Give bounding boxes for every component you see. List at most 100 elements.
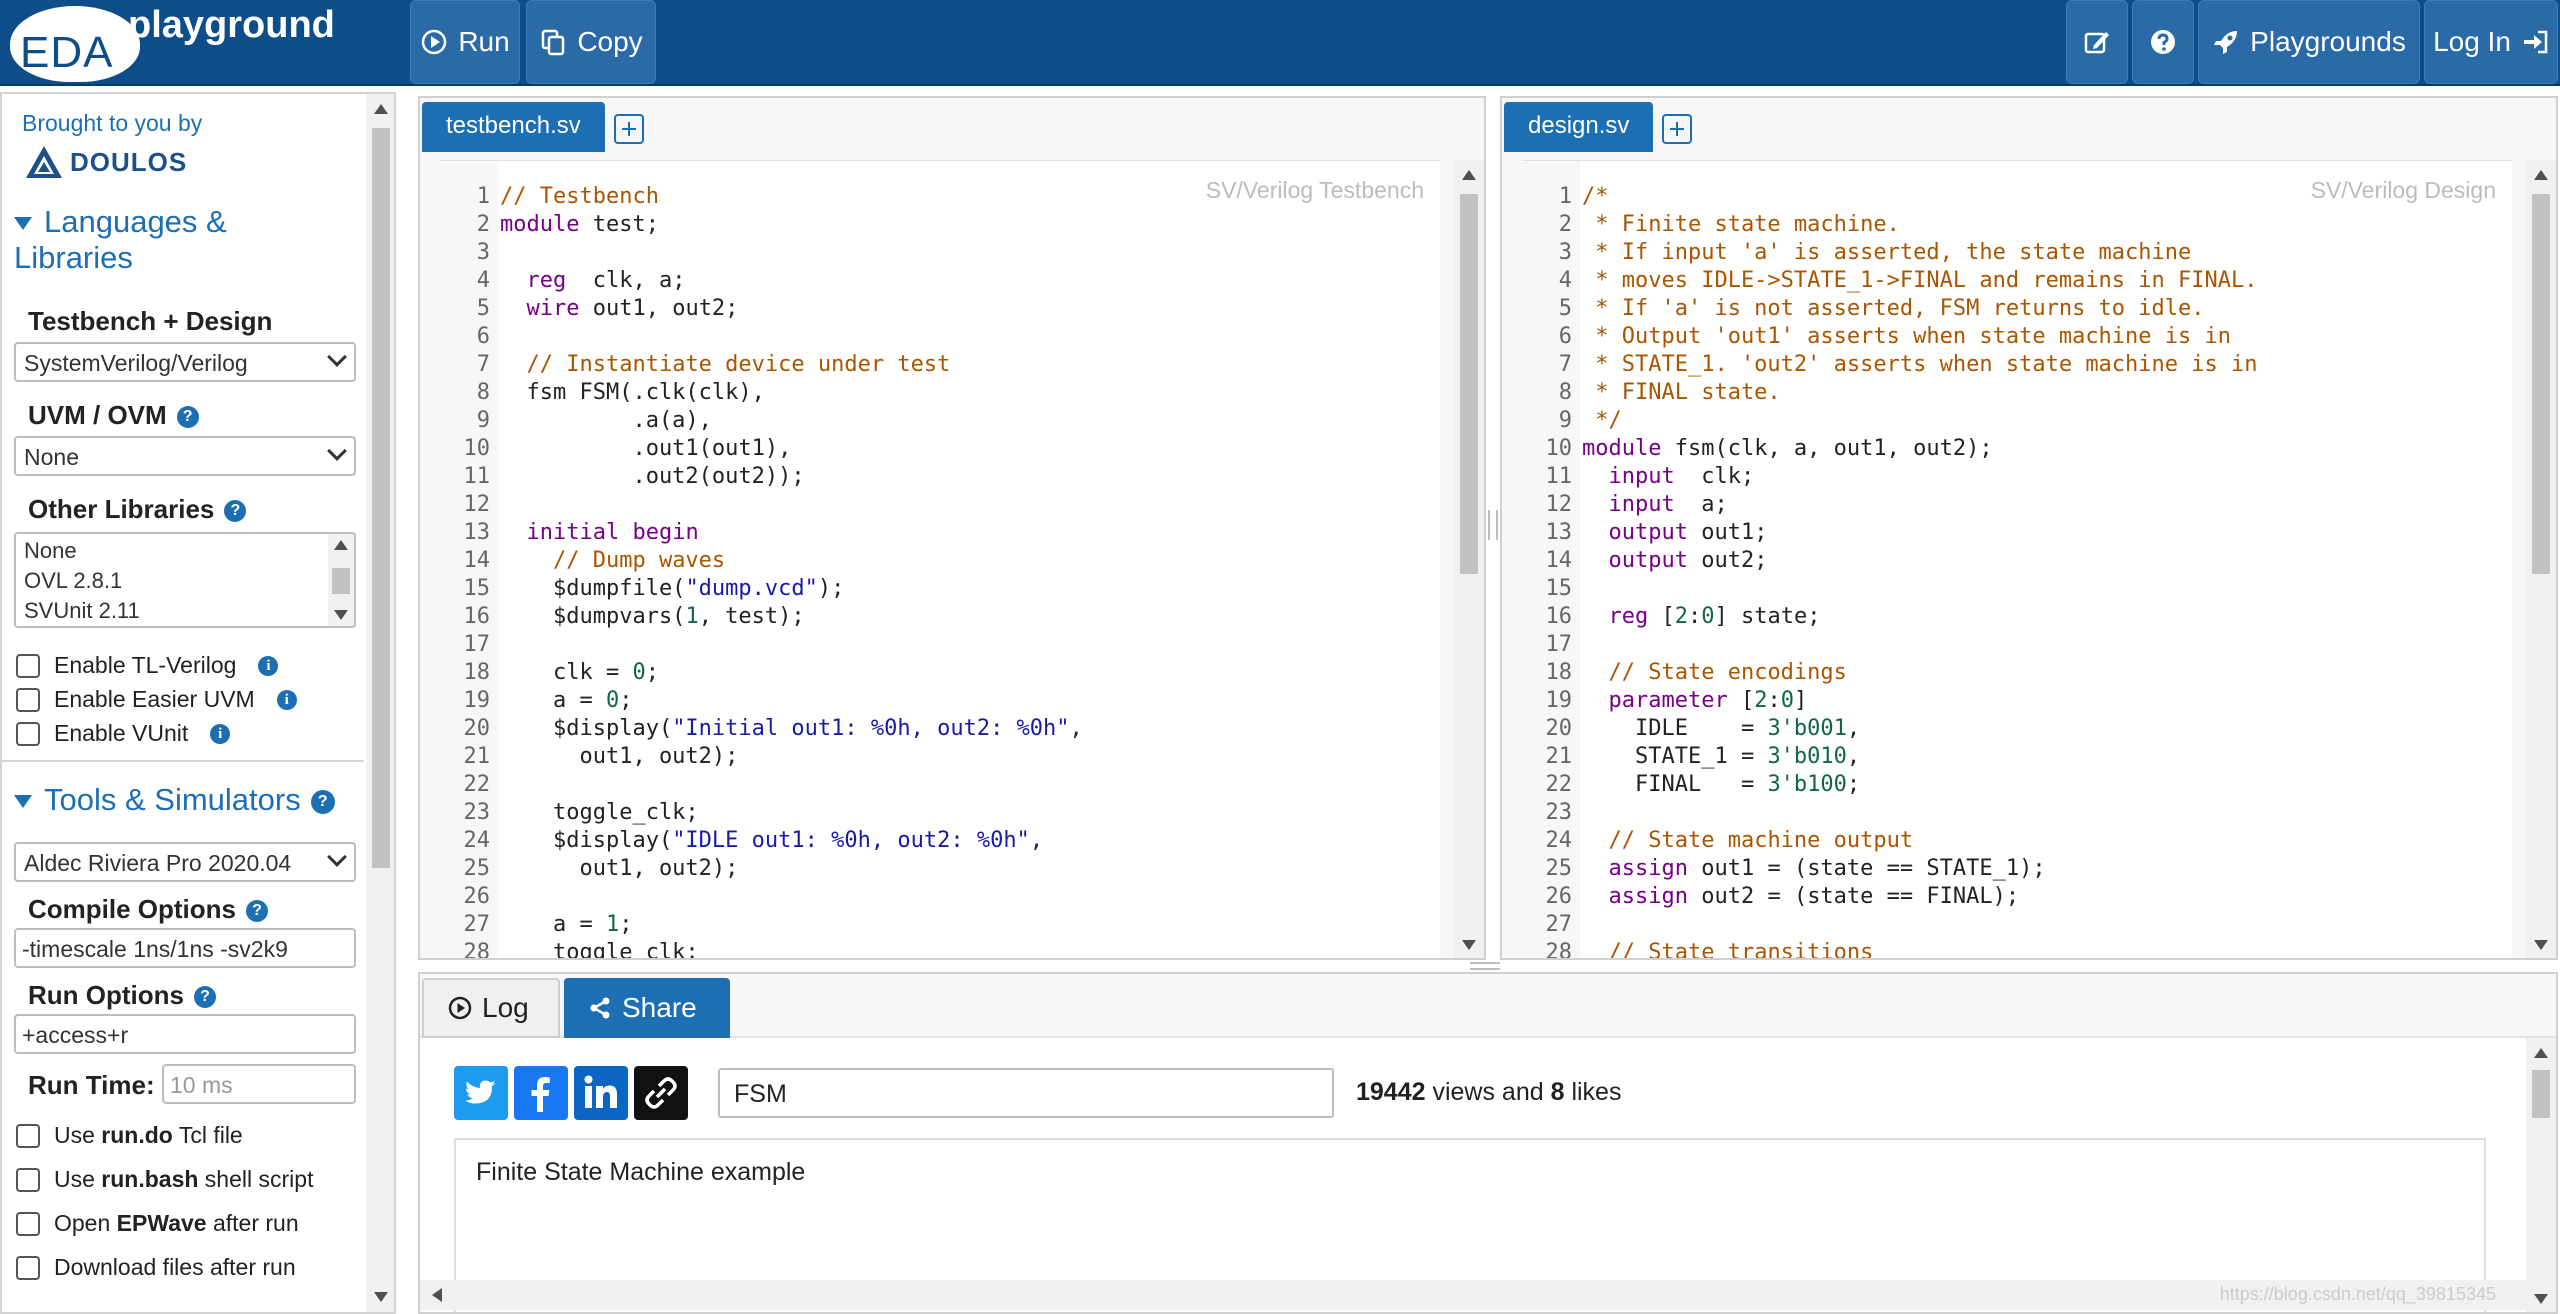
login-button[interactable]: Log In bbox=[2424, 0, 2558, 84]
share-title-input[interactable]: FSM bbox=[718, 1068, 1334, 1118]
views-count: 19442 bbox=[1356, 1078, 1426, 1106]
compile-options-input[interactable]: -timescale 1ns/1ns -sv2k9 bbox=[14, 928, 356, 968]
vunit-checkbox-row[interactable]: Enable VUnit i bbox=[16, 720, 231, 747]
testbench-scroll-thumb[interactable] bbox=[1460, 194, 1478, 574]
sidebar-scrollbar[interactable] bbox=[366, 94, 394, 1312]
epwave-checkbox-row[interactable]: Open EPWave after run bbox=[16, 1210, 299, 1237]
library-option[interactable]: SVUnit 2.11 bbox=[24, 596, 346, 626]
runbash-label: Use run.bash shell script bbox=[54, 1166, 314, 1192]
rundo-label: Use run.do Tcl file bbox=[54, 1122, 243, 1148]
download-checkbox[interactable] bbox=[16, 1255, 40, 1280]
login-label: Log In bbox=[2433, 26, 2511, 57]
scroll-down-arrow-icon[interactable] bbox=[2534, 940, 2548, 950]
run-button[interactable]: Run bbox=[410, 0, 520, 84]
horizontal-split-handle[interactable] bbox=[1470, 962, 1500, 970]
other-libraries-help-icon[interactable]: ? bbox=[224, 500, 247, 523]
tools-section-title: Tools & Simulators bbox=[44, 782, 301, 817]
tab-log[interactable]: Log bbox=[422, 978, 560, 1038]
info-icon[interactable]: i bbox=[258, 655, 279, 676]
library-option[interactable]: OVL 2.8.1 bbox=[24, 566, 346, 596]
bottom-scroll-thumb[interactable] bbox=[2532, 1070, 2550, 1118]
tl-verilog-label: Enable TL-Verilog bbox=[54, 652, 237, 678]
scroll-up-arrow-icon[interactable] bbox=[334, 540, 348, 550]
add-file-icon[interactable] bbox=[1662, 114, 1692, 144]
scroll-up-arrow-icon[interactable] bbox=[1462, 170, 1476, 180]
uvm-help-icon[interactable]: ? bbox=[176, 406, 199, 429]
libraries-scroll-thumb[interactable] bbox=[332, 568, 350, 594]
easier-uvm-checkbox-row[interactable]: Enable Easier UVM i bbox=[16, 686, 297, 713]
copy-link-button[interactable] bbox=[634, 1066, 688, 1120]
language-select[interactable]: SystemVerilog/Verilog bbox=[14, 342, 356, 382]
library-option[interactable]: None bbox=[24, 536, 346, 566]
scroll-down-arrow-icon[interactable] bbox=[2534, 1294, 2548, 1304]
copy-icon bbox=[542, 29, 565, 56]
edit-button[interactable] bbox=[2066, 0, 2128, 84]
twitter-icon bbox=[465, 1080, 496, 1104]
vunit-checkbox[interactable] bbox=[16, 721, 40, 746]
design-scrollbar[interactable] bbox=[2526, 160, 2556, 958]
testbench-code-editor[interactable]: SV/Verilog Testbench 1// Testbench 2 modu… bbox=[440, 160, 1440, 958]
uvm-select[interactable]: None bbox=[14, 436, 356, 476]
playgrounds-button[interactable]: Playgrounds bbox=[2198, 0, 2420, 84]
likes-count: 8 bbox=[1550, 1078, 1565, 1106]
simulator-select[interactable]: Aldec Riviera Pro 2020.04 bbox=[14, 842, 356, 882]
facebook-share-button[interactable] bbox=[514, 1066, 568, 1120]
design-scroll-thumb[interactable] bbox=[2532, 194, 2550, 574]
epwave-label: Open EPWave after run bbox=[54, 1210, 299, 1236]
tools-simulators-section[interactable]: Tools & Simulators? bbox=[14, 782, 335, 818]
edaplayground-logo[interactable]: EDA playground bbox=[6, 4, 386, 82]
compile-options-help-icon[interactable]: ? bbox=[246, 900, 268, 923]
bottom-panel: Log Share FSM 19442 views and 8 likes Fi… bbox=[418, 972, 2558, 1314]
languages-libraries-section[interactable]: Languages & Libraries bbox=[14, 204, 354, 276]
run-options-input[interactable]: +access+r bbox=[14, 1014, 356, 1054]
libraries-scrollbar[interactable] bbox=[328, 534, 354, 626]
linkedin-share-button[interactable] bbox=[574, 1066, 628, 1120]
scroll-up-arrow-icon[interactable] bbox=[2534, 170, 2548, 180]
question-icon bbox=[2151, 30, 2175, 54]
bottom-horizontal-scrollbar[interactable] bbox=[420, 1280, 2526, 1310]
run-label: Run bbox=[458, 26, 510, 57]
tab-share[interactable]: Share bbox=[564, 978, 730, 1038]
info-icon[interactable]: i bbox=[276, 689, 297, 710]
tools-help-icon[interactable]: ? bbox=[310, 789, 335, 814]
help-button[interactable] bbox=[2132, 0, 2194, 84]
other-libraries-list[interactable]: None OVL 2.8.1 SVUnit 2.11 bbox=[14, 532, 356, 628]
run-options-help-icon[interactable]: ? bbox=[193, 986, 216, 1009]
runbash-checkbox[interactable] bbox=[16, 1167, 40, 1192]
tl-verilog-checkbox-row[interactable]: Enable TL-Verilog i bbox=[16, 652, 279, 679]
tab-testbench[interactable]: testbench.sv bbox=[422, 102, 605, 152]
scroll-up-arrow-icon[interactable] bbox=[374, 104, 388, 114]
scroll-up-arrow-icon[interactable] bbox=[2534, 1048, 2548, 1058]
copy-label: Copy bbox=[577, 26, 643, 57]
vertical-split-handle[interactable] bbox=[1488, 510, 1498, 540]
add-file-icon[interactable] bbox=[614, 114, 644, 144]
runbash-checkbox-row[interactable]: Use run.bash shell script bbox=[16, 1166, 313, 1193]
copy-button[interactable]: Copy bbox=[526, 0, 656, 84]
playgrounds-label: Playgrounds bbox=[2250, 26, 2406, 57]
info-icon[interactable]: i bbox=[210, 723, 231, 744]
bottom-tab-bar: Log Share bbox=[420, 974, 2556, 1038]
scroll-down-arrow-icon[interactable] bbox=[1462, 940, 1476, 950]
other-libraries-label-text: Other Libraries bbox=[28, 494, 215, 524]
design-code-editor[interactable]: SV/Verilog Design 1/* 2 * Finite state m… bbox=[1522, 160, 2512, 958]
scroll-down-arrow-icon[interactable] bbox=[374, 1292, 388, 1302]
easier-uvm-checkbox[interactable] bbox=[16, 687, 40, 712]
top-navbar: EDA playground Run Copy Playgrounds Log … bbox=[0, 0, 2560, 86]
scroll-left-arrow-icon[interactable] bbox=[432, 1288, 442, 1302]
tl-verilog-checkbox[interactable] bbox=[16, 653, 40, 678]
share-tab-label: Share bbox=[622, 992, 697, 1023]
scroll-down-arrow-icon[interactable] bbox=[334, 610, 348, 620]
run-time-input[interactable]: 10 ms bbox=[162, 1064, 356, 1104]
rundo-checkbox[interactable] bbox=[16, 1123, 40, 1148]
download-checkbox-row[interactable]: Download files after run bbox=[16, 1254, 296, 1281]
epwave-checkbox[interactable] bbox=[16, 1211, 40, 1236]
share-icon bbox=[590, 997, 610, 1019]
rundo-checkbox-row[interactable]: Use run.do Tcl file bbox=[16, 1122, 243, 1149]
testbench-scrollbar[interactable] bbox=[1454, 160, 1484, 958]
sidebar-scroll-thumb[interactable] bbox=[372, 128, 390, 868]
twitter-share-button[interactable] bbox=[454, 1066, 508, 1120]
testbench-editor-pane: testbench.sv SV/Verilog Testbench 1// Te… bbox=[418, 96, 1486, 960]
tab-design[interactable]: design.sv bbox=[1504, 102, 1654, 152]
doulos-logo[interactable]: DOULOS bbox=[24, 144, 187, 180]
bottom-vertical-scrollbar[interactable] bbox=[2526, 1038, 2556, 1312]
